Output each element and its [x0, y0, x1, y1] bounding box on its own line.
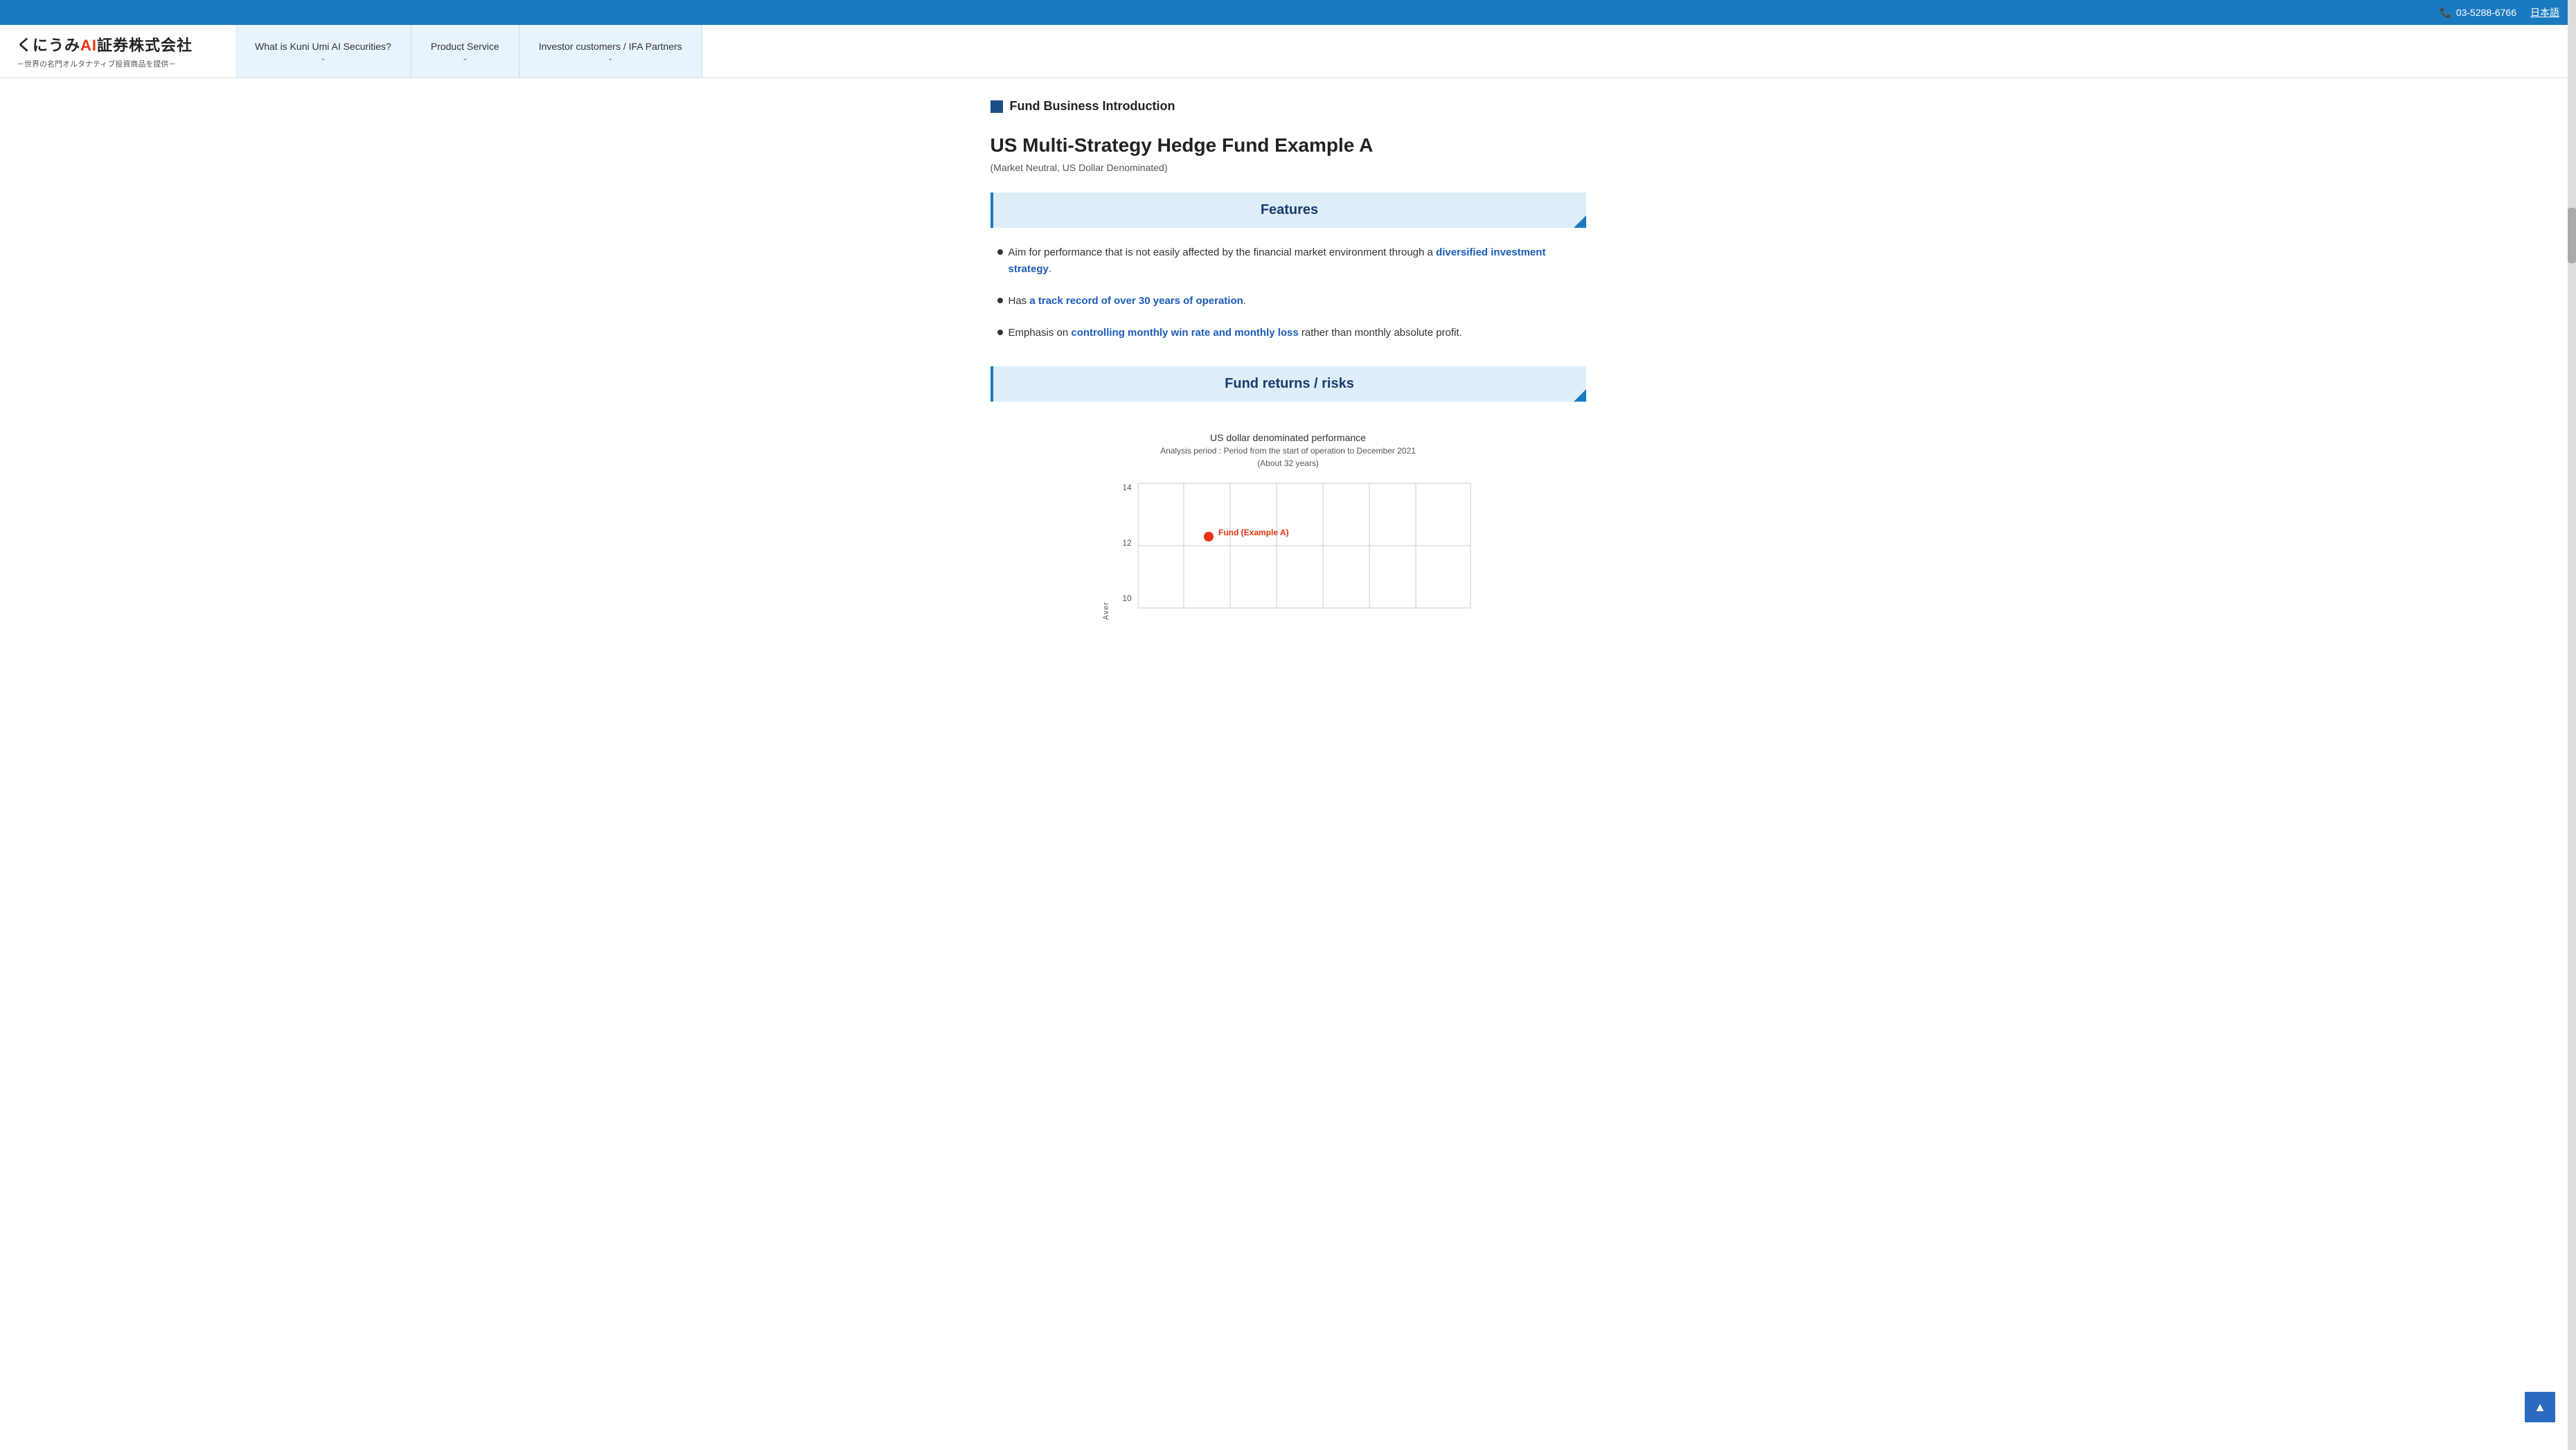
logo-area: くにうみAI証券株式会社 －世界の名門オルタナティブ投資商品を提供－: [0, 25, 236, 78]
chevron-down-icon-0: ⌄: [320, 55, 326, 62]
svg-text:14: 14: [1122, 483, 1132, 492]
fund-returns-header: Fund returns / risks: [991, 366, 1586, 402]
scrollbar-thumb[interactable]: [2568, 208, 2576, 263]
fund-title: US Multi-Strategy Hedge Fund Example A: [991, 134, 1586, 156]
logo-main: くにうみAI証券株式会社: [17, 33, 219, 55]
svg-text:10: 10: [1122, 593, 1132, 603]
logo-subtitle: －世界の名門オルタナティブ投資商品を提供－: [17, 58, 219, 69]
nav-item-what-is[interactable]: What is Kuni Umi AI Securities? ⌄: [236, 25, 411, 78]
features-list: Aim for performance that is not easily a…: [991, 244, 1586, 341]
nav-item-product-service[interactable]: Product Service ⌄: [411, 25, 519, 78]
fund-subtitle: (Market Neutral, US Dollar Denominated): [991, 162, 1586, 173]
corner-triangle-icon-2: [1574, 389, 1586, 402]
nav-label-what-is: What is Kuni Umi AI Securities?: [255, 41, 391, 52]
feature-text-2: Has a track record of over 30 years of o…: [1009, 293, 1246, 310]
main-content: Fund Business Introduction US Multi-Stra…: [977, 78, 1600, 654]
features-header: Features: [991, 193, 1586, 228]
features-label: Features: [1007, 202, 1572, 218]
fund-returns-label: Fund returns / risks: [1007, 376, 1572, 392]
chart-y-label: Aver: [1102, 602, 1110, 620]
feature-item-3: Emphasis on controlling monthly win rate…: [997, 325, 1579, 341]
chart-title: US dollar denominated performance: [991, 432, 1586, 443]
bullet-icon-2: [997, 298, 1003, 303]
section-title: Fund Business Introduction: [1010, 99, 1175, 114]
svg-text:Fund (Example A): Fund (Example A): [1218, 528, 1289, 537]
feature-item-1: Aim for performance that is not easily a…: [997, 244, 1579, 278]
fund-dot: [1204, 532, 1214, 541]
feature-text-1: Aim for performance that is not easily a…: [1009, 244, 1579, 278]
chevron-down-icon-1: ⌄: [462, 55, 468, 62]
back-to-top-button[interactable]: ▲: [2525, 1392, 2555, 1422]
phone-icon: 📞: [2440, 7, 2451, 19]
section-title-bar: Fund Business Introduction: [991, 99, 1586, 114]
corner-triangle-icon: [1574, 215, 1586, 228]
scrollbar[interactable]: [2568, 0, 2576, 1450]
feature-link-3[interactable]: controlling monthly win rate and monthly…: [1071, 327, 1298, 339]
chart-subtitle: Analysis period : Period from the start …: [991, 446, 1586, 456]
main-nav: What is Kuni Umi AI Securities? ⌄ Produc…: [236, 25, 702, 78]
header: くにうみAI証券株式会社 －世界の名門オルタナティブ投資商品を提供－ What …: [0, 25, 2576, 78]
nav-item-investor[interactable]: Investor customers / IFA Partners ⌄: [519, 25, 702, 78]
language-switcher[interactable]: 日本語: [2530, 6, 2559, 19]
chart-container: US dollar denominated performance Analys…: [991, 418, 1586, 634]
logo-suffix: 証券株式会社: [97, 37, 193, 54]
nav-label-investor: Investor customers / IFA Partners: [539, 41, 682, 52]
performance-chart: 14 12 10: [1114, 478, 1475, 616]
chart-svg-area: 14 12 10: [1114, 478, 1475, 620]
feature-text-3: Emphasis on controlling monthly win rate…: [1009, 325, 1462, 341]
top-bar: 📞 03-5288-6766 日本語: [0, 0, 2576, 25]
bullet-icon-3: [997, 330, 1003, 335]
feature-link-2[interactable]: a track record of over 30 years of opera…: [1029, 295, 1243, 307]
bullet-icon-1: [997, 249, 1003, 255]
back-to-top-icon: ▲: [2534, 1400, 2546, 1415]
feature-item-2: Has a track record of over 30 years of o…: [997, 293, 1579, 310]
nav-label-product-service: Product Service: [431, 41, 499, 52]
blue-square-icon: [991, 100, 1003, 113]
logo-ai: AI: [80, 37, 97, 54]
chevron-down-icon-2: ⌄: [607, 55, 613, 62]
chart-wrapper: Aver 14 12 10: [991, 478, 1586, 620]
svg-text:12: 12: [1122, 538, 1132, 548]
chart-subtitle2: (About 32 years): [991, 458, 1586, 468]
phone-text: 03-5288-6766: [2456, 7, 2516, 18]
phone-number: 📞 03-5288-6766: [2440, 7, 2516, 19]
logo-prefix: くにうみ: [17, 37, 80, 54]
